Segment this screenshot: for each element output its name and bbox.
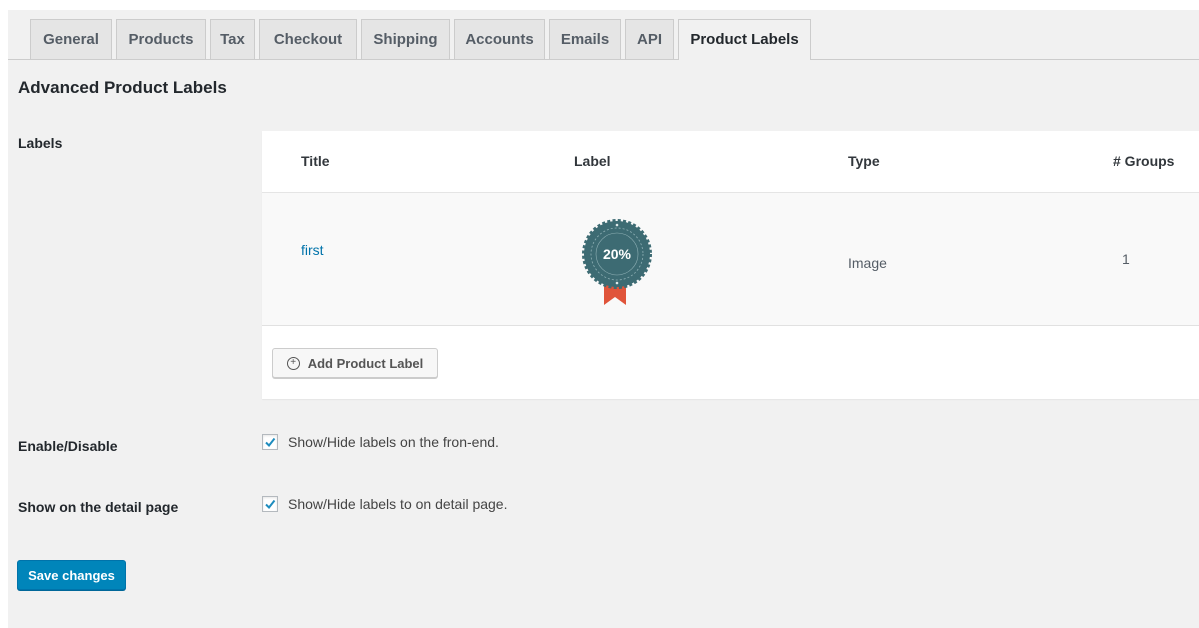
save-changes-button[interactable]: Save changes bbox=[17, 560, 126, 590]
tab-emails[interactable]: Emails bbox=[549, 19, 621, 59]
add-product-label-text: Add Product Label bbox=[307, 355, 424, 371]
enable-checkbox[interactable] bbox=[262, 434, 278, 450]
labels-table-header: Title Label Type # Groups bbox=[262, 131, 1199, 193]
detail-checkbox-label[interactable]: Show/Hide labels to on detail page. bbox=[288, 496, 507, 512]
column-groups: # Groups bbox=[1113, 153, 1175, 169]
table-row: first 20% Image 1 bbox=[262, 193, 1199, 326]
plus-circle-icon: + bbox=[286, 356, 300, 370]
column-label: Label bbox=[574, 153, 611, 169]
checkmark-icon bbox=[265, 499, 276, 510]
labels-row-label: Labels bbox=[18, 135, 63, 151]
column-title: Title bbox=[301, 153, 330, 169]
add-product-label-button[interactable]: + Add Product Label bbox=[272, 348, 438, 378]
tab-api[interactable]: API bbox=[625, 19, 674, 59]
section-title: Advanced Product Labels bbox=[18, 78, 227, 97]
label-groups-count: 1 bbox=[1122, 251, 1130, 267]
enable-checkbox-label[interactable]: Show/Hide labels on the fron-end. bbox=[288, 434, 499, 450]
tab-shipping[interactable]: Shipping bbox=[361, 19, 450, 59]
tab-checkout[interactable]: Checkout bbox=[259, 19, 357, 59]
enable-row-label: Enable/Disable bbox=[18, 438, 118, 454]
label-title-link[interactable]: first bbox=[301, 242, 324, 258]
detail-checkbox-row: Show/Hide labels to on detail page. bbox=[262, 496, 507, 512]
column-type: Type bbox=[848, 153, 880, 169]
tab-product-labels[interactable]: Product Labels bbox=[678, 19, 811, 60]
detail-row-label: Show on the detail page bbox=[18, 499, 179, 515]
tab-products[interactable]: Products bbox=[116, 19, 206, 59]
checkmark-icon bbox=[265, 437, 276, 448]
labels-table: Title Label Type # Groups first 20% Imag… bbox=[262, 131, 1199, 399]
badge-text: 20% bbox=[603, 246, 632, 262]
tab-accounts[interactable]: Accounts bbox=[454, 19, 545, 59]
detail-checkbox[interactable] bbox=[262, 496, 278, 512]
tab-tax[interactable]: Tax bbox=[210, 19, 255, 59]
label-type: Image bbox=[848, 255, 887, 271]
settings-tabs: General Products Tax Checkout Shipping A… bbox=[8, 10, 1199, 60]
badge-icon: 20% bbox=[574, 209, 664, 309]
tab-general[interactable]: General bbox=[30, 19, 112, 59]
enable-checkbox-row: Show/Hide labels on the fron-end. bbox=[262, 434, 499, 450]
settings-page: General Products Tax Checkout Shipping A… bbox=[8, 10, 1199, 628]
